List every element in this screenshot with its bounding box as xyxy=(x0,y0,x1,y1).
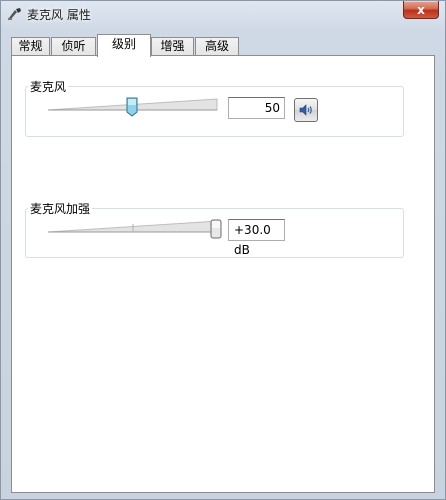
speaker-volume-icon xyxy=(299,104,312,116)
microphone-boost-slider[interactable] xyxy=(48,218,220,236)
tab-general-label: 常规 xyxy=(18,39,43,53)
microphone-icon xyxy=(8,8,21,20)
microphone-boost-field[interactable]: +30.0 dB xyxy=(228,219,285,257)
tab-general[interactable]: 常规 xyxy=(11,37,50,56)
microphone-level-field[interactable]: 50 xyxy=(228,97,285,119)
boost-slider-thumb[interactable] xyxy=(210,219,222,239)
microphone-label: 麦克风 xyxy=(28,78,69,95)
close-icon: x xyxy=(417,2,425,17)
tab-levels-label: 级别 xyxy=(111,37,136,51)
levels-panel: 麦克风 50 麦克风加强 +30.0 dB xyxy=(11,55,435,493)
title-bar[interactable]: 麦克风 属性 x xyxy=(1,1,445,27)
tab-advanced-label: 高级 xyxy=(204,39,229,53)
tab-listen[interactable]: 侦听 xyxy=(51,37,96,56)
microphone-level-value: 50 xyxy=(264,101,280,115)
tab-enhancements-label: 增强 xyxy=(160,39,185,53)
section-divider xyxy=(28,175,417,176)
tab-advanced[interactable]: 高级 xyxy=(195,37,239,56)
window-title: 麦克风 属性 xyxy=(27,8,91,22)
tab-enhancements[interactable]: 增强 xyxy=(151,37,194,56)
microphone-boost-label: 麦克风加强 xyxy=(28,200,93,217)
mute-toggle-button[interactable] xyxy=(294,98,318,122)
microphone-slider-thumb[interactable] xyxy=(126,97,138,117)
tab-listen-label: 侦听 xyxy=(61,39,86,53)
close-button[interactable]: x xyxy=(403,1,439,19)
properties-window: 麦克风 属性 x 常规 侦听 级别 增强 高级 麦克风 50 麦克风加强 +30… xyxy=(0,0,446,500)
tab-levels[interactable]: 级别 xyxy=(97,34,151,57)
